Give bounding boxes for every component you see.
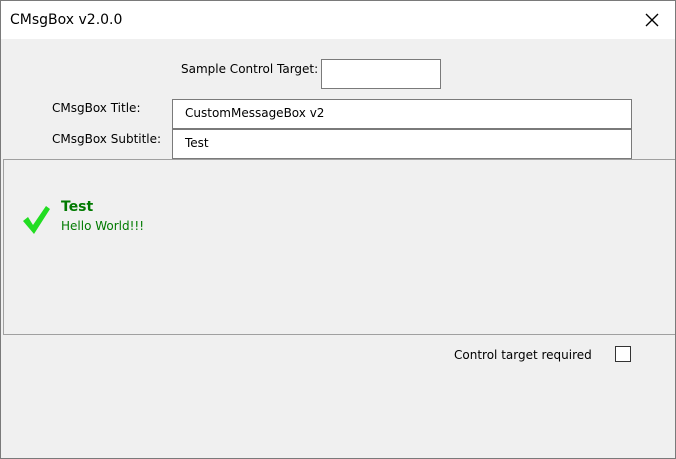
title-bar: CMsgBox v2.0.0 [1, 1, 675, 39]
app-window: CMsgBox v2.0.0 Sample Control Target: CM… [0, 0, 676, 459]
sample-control-target-input[interactable] [321, 59, 441, 89]
cmsgbox-subtitle-label: CMsgBox Subtitle: [52, 132, 162, 146]
window-title: CMsgBox v2.0.0 [10, 12, 123, 28]
message-title: Test [61, 199, 94, 215]
close-icon [645, 13, 659, 27]
cmsgbox-title-label: CMsgBox Title: [52, 101, 141, 115]
message-body: Hello World!!! [61, 219, 145, 233]
control-target-required-label: Control target required [454, 348, 592, 362]
control-target-required-checkbox[interactable] [615, 346, 631, 362]
cmsgbox-subtitle-input[interactable]: Test [172, 129, 632, 159]
close-button[interactable] [629, 1, 675, 39]
sample-control-target-label: Sample Control Target: [181, 62, 319, 76]
cmsgbox-title-input[interactable]: CustomMessageBox v2 [172, 99, 632, 129]
checkmark-icon [23, 206, 50, 234]
message-preview-panel: Test Hello World!!! [3, 159, 675, 335]
